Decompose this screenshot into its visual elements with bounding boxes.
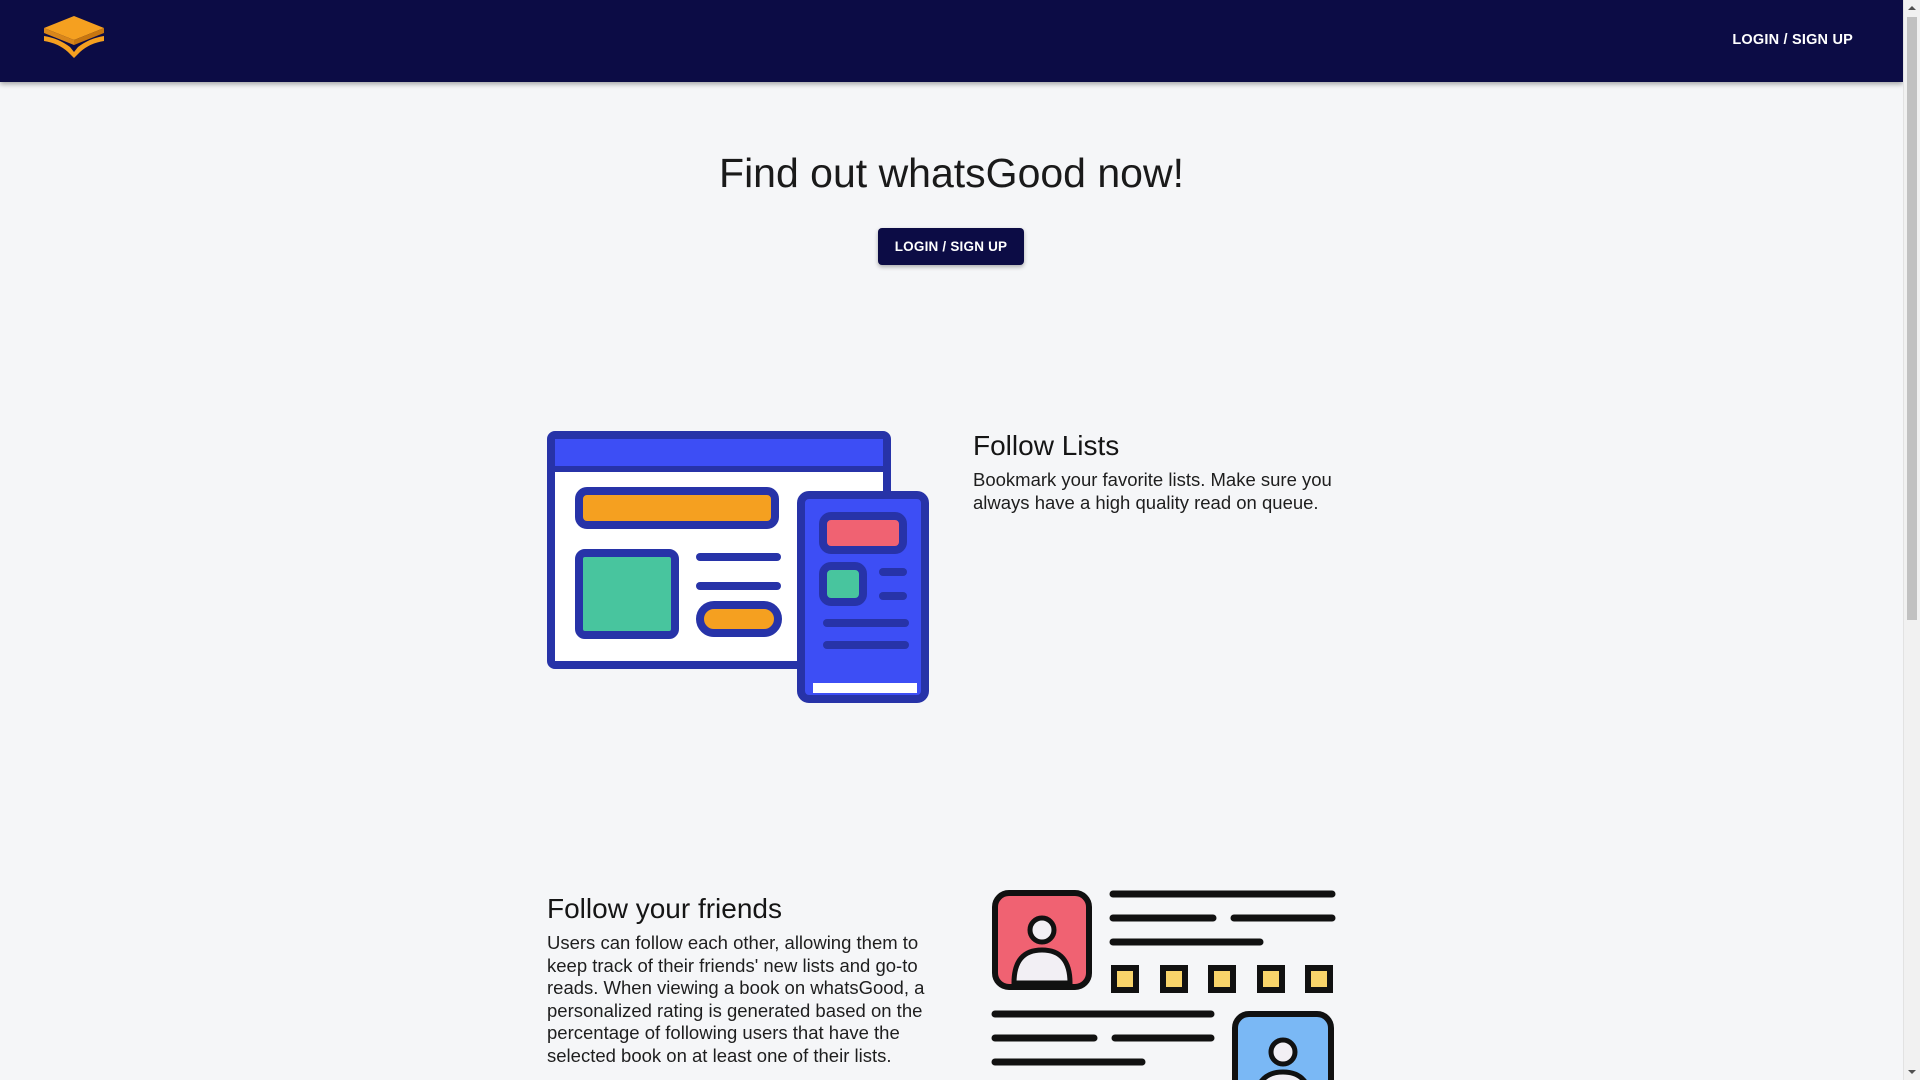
scrollbar-thumb[interactable] [1907, 17, 1917, 620]
feature-text-follow-lists: Bookmark your favorite lists. Make sure … [973, 469, 1332, 513]
scroll-up-arrow-icon[interactable] [1904, 0, 1920, 16]
app-bar: LOGIN / SIGN UP [0, 0, 1903, 82]
scroll-down-arrow-icon[interactable] [1904, 1064, 1920, 1080]
vertical-scrollbar[interactable] [1903, 0, 1920, 1080]
login-signup-nav-button[interactable]: LOGIN / SIGN UP [1720, 26, 1865, 54]
friends-profiles-icon [989, 888, 1339, 1080]
feature-title-follow-friends: Follow your friends [547, 893, 782, 924]
book-stack-icon[interactable] [40, 14, 108, 60]
login-signup-cta-button[interactable]: LOGIN / SIGN UP [878, 228, 1024, 265]
lists-browser-icon [547, 431, 933, 705]
hero-title: Find out whatsGood now! [719, 150, 1184, 196]
feature-title-follow-lists: Follow Lists [973, 430, 1120, 461]
page: LOGIN / SIGN UP Find out whatsGood now! … [0, 0, 1903, 1080]
feature-text-follow-friends: Users can follow each other, allowing th… [547, 932, 925, 1066]
